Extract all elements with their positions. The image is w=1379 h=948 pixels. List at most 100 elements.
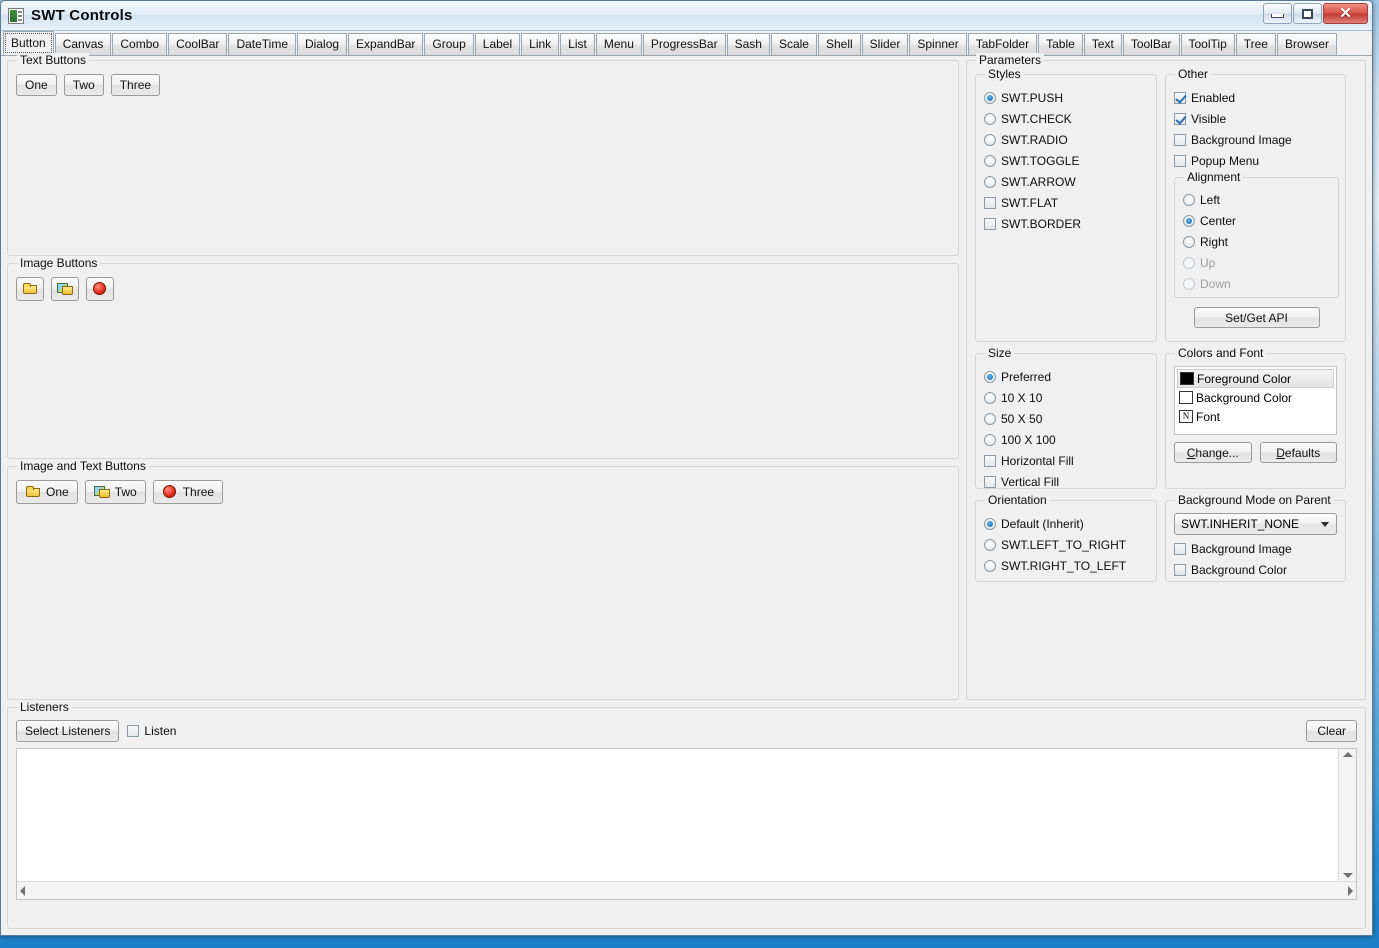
checkbox-vertical-fill[interactable]: Vertical Fill — [984, 471, 1150, 492]
checkbox-enabled[interactable]: Enabled — [1174, 87, 1339, 108]
checkbox-swt-flat[interactable]: SWT.FLAT — [984, 192, 1150, 213]
image-button-red-circle[interactable] — [86, 277, 114, 301]
radio-icon — [984, 133, 996, 146]
checkbox-horizontal-fill[interactable]: Horizontal Fill — [984, 450, 1150, 471]
tab-dialog[interactable]: Dialog — [297, 33, 348, 55]
text-button-one[interactable]: One — [16, 74, 57, 96]
radio-swt-radio[interactable]: SWT.RADIO — [984, 129, 1150, 150]
tab-tabfolder[interactable]: TabFolder — [967, 33, 1038, 55]
tab-browser[interactable]: Browser — [1276, 33, 1337, 55]
radio-label: SWT.ARROW — [1001, 174, 1076, 189]
checkbox-label: Enabled — [1191, 90, 1236, 105]
tab-sash[interactable]: Sash — [726, 33, 770, 55]
tab-coolbar[interactable]: CoolBar — [168, 33, 228, 55]
scroll-right-icon[interactable] — [1348, 885, 1353, 896]
radio-icon — [984, 175, 996, 188]
checkbox-swt-border[interactable]: SWT.BORDER — [984, 213, 1150, 234]
checkbox-label: Background Image — [1191, 541, 1292, 556]
scroll-down-icon[interactable] — [1342, 873, 1353, 878]
radio-label: Down — [1200, 276, 1231, 291]
radio-size-50x50[interactable]: 50 X 50 — [984, 408, 1150, 429]
tab-spinner[interactable]: Spinner — [909, 33, 967, 55]
radio-orientation-rtl[interactable]: SWT.RIGHT_TO_LEFT — [984, 555, 1150, 576]
radio-size-100x100[interactable]: 100 X 100 — [984, 429, 1150, 450]
checkbox-listen[interactable]: Listen — [127, 721, 176, 742]
checkbox-parent-background-color[interactable]: Background Color — [1174, 559, 1337, 580]
tab-table[interactable]: Table — [1038, 33, 1083, 55]
list-item-label: Background Color — [1196, 390, 1293, 405]
tab-toolbar[interactable]: ToolBar — [1122, 33, 1180, 55]
radio-swt-arrow[interactable]: SWT.ARROW — [984, 171, 1150, 192]
radio-align-left[interactable]: Left — [1183, 189, 1332, 210]
scroll-up-icon[interactable] — [1342, 752, 1353, 757]
radio-align-right[interactable]: Right — [1183, 231, 1332, 252]
minimize-button[interactable] — [1263, 3, 1292, 24]
checkbox-parent-background-image[interactable]: Background Image — [1174, 538, 1337, 559]
radio-size-preferred[interactable]: Preferred — [984, 366, 1150, 387]
image-text-button-three[interactable]: Three — [152, 480, 224, 504]
radio-label: Default (Inherit) — [1001, 516, 1084, 531]
tab-shell[interactable]: Shell — [817, 33, 861, 55]
background-mode-combo[interactable]: SWT.INHERIT_NONE — [1174, 513, 1337, 535]
radio-swt-check[interactable]: SWT.CHECK — [984, 108, 1150, 129]
group-title-size: Size — [985, 346, 1015, 360]
select-listeners-button[interactable]: Select Listeners — [16, 720, 120, 742]
radio-orientation-default[interactable]: Default (Inherit) — [984, 513, 1150, 534]
checkbox-visible[interactable]: Visible — [1174, 108, 1339, 129]
group-title-parameters: Parameters — [976, 53, 1045, 67]
tab-menu[interactable]: Menu — [595, 33, 642, 55]
tab-tooltip[interactable]: ToolTip — [1180, 33, 1235, 55]
maximize-button[interactable] — [1293, 3, 1322, 24]
colors-font-listbox[interactable]: Foreground Color Background Color N Font — [1174, 366, 1337, 435]
tab-text[interactable]: Text — [1083, 33, 1122, 55]
image-button-folder[interactable] — [16, 277, 44, 301]
change-button[interactable]: Change... — [1174, 442, 1252, 463]
text-button-two[interactable]: Two — [63, 74, 104, 96]
tab-link[interactable]: Link — [521, 33, 560, 55]
radio-orientation-ltr[interactable]: SWT.LEFT_TO_RIGHT — [984, 534, 1150, 555]
scroll-left-icon[interactable] — [20, 885, 25, 896]
log-vertical-scrollbar[interactable] — [1338, 749, 1356, 881]
radio-swt-toggle[interactable]: SWT.TOGGLE — [984, 150, 1150, 171]
image-text-button-two[interactable]: Two — [84, 480, 146, 504]
checkbox-popup-menu[interactable]: Popup Menu — [1174, 150, 1339, 171]
image-button-folder-open[interactable] — [51, 277, 79, 301]
set-get-api-button[interactable]: Set/Get API — [1193, 307, 1320, 328]
tab-combo[interactable]: Combo — [112, 33, 168, 55]
checkbox-background-image[interactable]: Background Image — [1174, 129, 1339, 150]
defaults-button[interactable]: Defaults — [1259, 442, 1337, 463]
tab-list[interactable]: List — [560, 33, 595, 55]
listeners-log-text[interactable] — [17, 749, 1338, 881]
checkbox-icon — [1174, 112, 1186, 125]
tab-label[interactable]: Label — [474, 33, 521, 55]
font-swatch-icon: N — [1179, 410, 1193, 423]
list-item-font[interactable]: N Font — [1177, 407, 1334, 426]
title-bar: SWT Controls ✕ — [1, 1, 1372, 31]
radio-align-center[interactable]: Center — [1183, 210, 1332, 231]
clear-button[interactable]: Clear — [1306, 720, 1357, 742]
tab-slider[interactable]: Slider — [861, 33, 909, 55]
group-title-alignment: Alignment — [1184, 170, 1244, 184]
demo-column: Text Buttons One Two Three Image Buttons — [7, 53, 959, 700]
tab-scale[interactable]: Scale — [770, 33, 817, 55]
list-item-background-color[interactable]: Background Color — [1177, 388, 1334, 407]
window-controls: ✕ — [1263, 3, 1368, 24]
list-item-foreground-color[interactable]: Foreground Color — [1177, 369, 1334, 388]
tab-expandbar[interactable]: ExpandBar — [348, 33, 424, 55]
radio-label: SWT.PUSH — [1001, 90, 1064, 105]
tab-canvas[interactable]: Canvas — [54, 33, 112, 55]
close-button[interactable]: ✕ — [1323, 3, 1368, 24]
tab-datetime[interactable]: DateTime — [228, 33, 297, 55]
radio-swt-push[interactable]: SWT.PUSH — [984, 87, 1150, 108]
radio-icon — [984, 412, 996, 425]
tab-button[interactable]: Button — [3, 31, 54, 55]
text-button-three[interactable]: Three — [110, 74, 161, 96]
image-text-button-one[interactable]: One — [16, 480, 78, 504]
close-icon: ✕ — [1339, 5, 1352, 22]
tab-progressbar[interactable]: ProgressBar — [642, 33, 726, 55]
tab-tree[interactable]: Tree — [1235, 33, 1276, 55]
checkbox-icon — [984, 454, 996, 467]
radio-size-10x10[interactable]: 10 X 10 — [984, 387, 1150, 408]
log-horizontal-scrollbar[interactable] — [17, 881, 1356, 899]
tab-group[interactable]: Group — [424, 33, 474, 55]
